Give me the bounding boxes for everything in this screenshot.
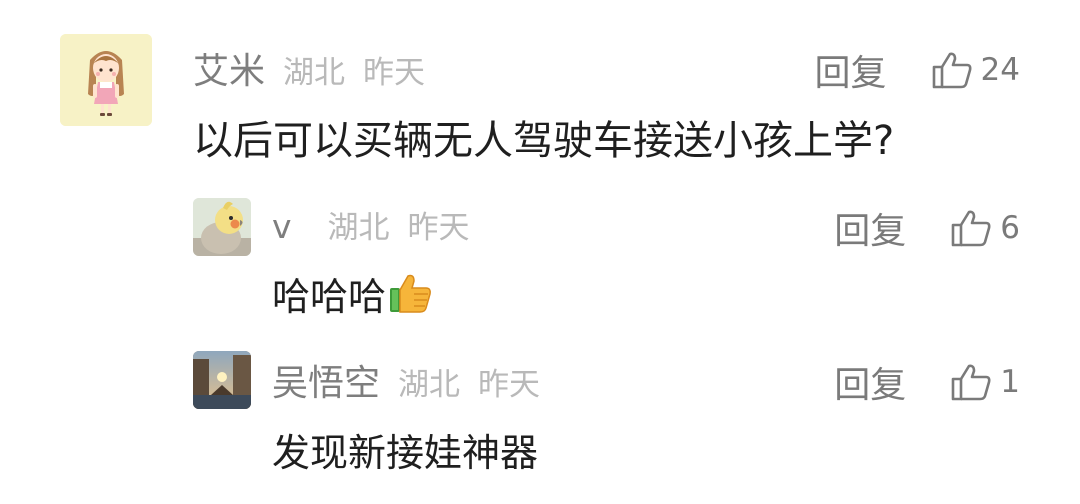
comment-text: 发现新接娃神器: [272, 431, 539, 475]
author-name[interactable]: v: [272, 207, 292, 246]
comment-meta: v 湖北 昨天: [272, 202, 470, 247]
author-name[interactable]: 吴悟空: [272, 354, 380, 406]
timestamp: 昨天: [478, 367, 541, 403]
location: 湖北: [327, 210, 390, 246]
landscape-avatar-icon: [193, 351, 251, 409]
comment-text: 哈哈哈: [272, 266, 432, 323]
comment-item: 艾米 湖北 昨天 回复 24 以后可以买辆无人驾驶车接送小孩上学?: [0, 0, 1080, 180]
comment-text-body: 哈哈哈: [272, 275, 387, 319]
comment-meta: 吴悟空 湖北 昨天: [272, 354, 540, 406]
reply-button[interactable]: 回复: [834, 202, 906, 254]
thumbs-up-emoji-icon: [388, 272, 432, 323]
location: 湖北: [283, 55, 346, 91]
cartoon-girl-avatar-icon: [60, 34, 152, 126]
location: 湖北: [398, 367, 461, 403]
author-name[interactable]: 艾米: [193, 42, 265, 94]
comment-actions: 回复 1: [834, 356, 1020, 408]
thumbs-up-icon: [951, 210, 991, 247]
avatar[interactable]: [193, 198, 251, 256]
comment-meta: 艾米 湖北 昨天: [193, 42, 425, 94]
like-count: 6: [1000, 210, 1020, 246]
like-button[interactable]: 6: [950, 208, 1020, 248]
cockatiel-avatar-icon: [193, 198, 251, 256]
like-button[interactable]: 1: [950, 362, 1020, 402]
avatar[interactable]: [60, 34, 152, 126]
reply-item: 吴悟空 湖北 昨天 回复 1 发现新接娃神器: [0, 330, 1080, 504]
reply-button[interactable]: 回复: [834, 356, 906, 408]
thumbs-up-icon: [932, 52, 972, 89]
comment-text: 以后可以买辆无人驾驶车接送小孩上学?: [193, 118, 895, 164]
thumbs-up-icon: [951, 364, 991, 401]
reply-button[interactable]: 回复: [815, 44, 887, 96]
like-count: 1: [1000, 364, 1020, 400]
like-count: 24: [980, 52, 1020, 88]
timestamp: 昨天: [363, 55, 426, 91]
timestamp: 昨天: [407, 210, 470, 246]
avatar[interactable]: [193, 351, 251, 409]
reply-item: v 湖北 昨天 回复 6 哈哈哈: [0, 180, 1080, 330]
like-button[interactable]: 24: [931, 50, 1020, 90]
comment-actions: 回复 24: [815, 44, 1020, 96]
comment-actions: 回复 6: [834, 202, 1020, 254]
